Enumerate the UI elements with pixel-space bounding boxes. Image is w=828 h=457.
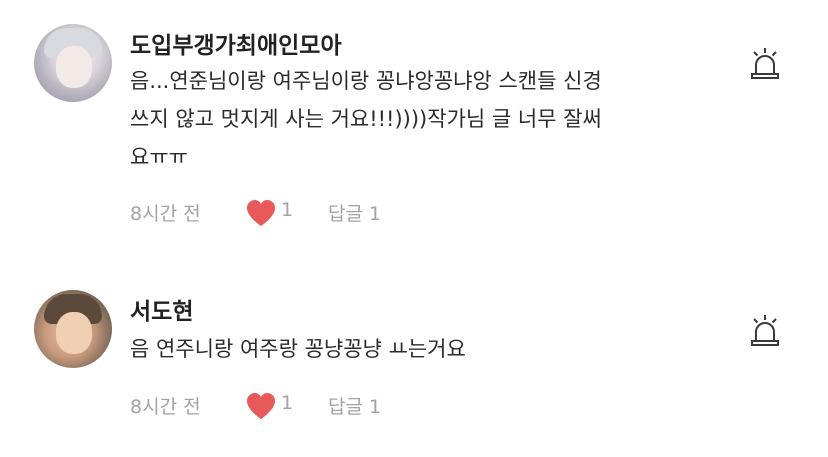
reply-button[interactable]: 답글 1: [328, 199, 381, 226]
comment-username[interactable]: 서도현: [130, 292, 193, 326]
comment-username[interactable]: 도입부갱가최애인모아: [130, 26, 342, 60]
user-avatar[interactable]: [34, 290, 112, 368]
heart-icon[interactable]: [246, 199, 276, 227]
comment-time: 8시간 전: [130, 203, 201, 225]
avatar-face: [56, 46, 92, 88]
report-siren-icon[interactable]: [750, 47, 780, 79]
user-avatar[interactable]: [34, 24, 112, 102]
reply-button[interactable]: 답글 1: [328, 392, 381, 419]
like-count: 1: [281, 199, 294, 221]
avatar-face: [56, 312, 92, 354]
like-count: 1: [281, 392, 294, 414]
report-siren-icon[interactable]: [750, 314, 780, 346]
comment-text: 음 연주니랑 여주랑 꽁냥꽁냥 ㅛ는거요: [130, 337, 466, 361]
comment-text: 음...연준님이랑 여주님이랑 꽁냐앙꽁냐앙 스캔들 신경 쓰지 않고 멋지게 …: [130, 69, 602, 169]
comment-time: 8시간 전: [130, 396, 201, 418]
heart-icon[interactable]: [246, 392, 276, 420]
